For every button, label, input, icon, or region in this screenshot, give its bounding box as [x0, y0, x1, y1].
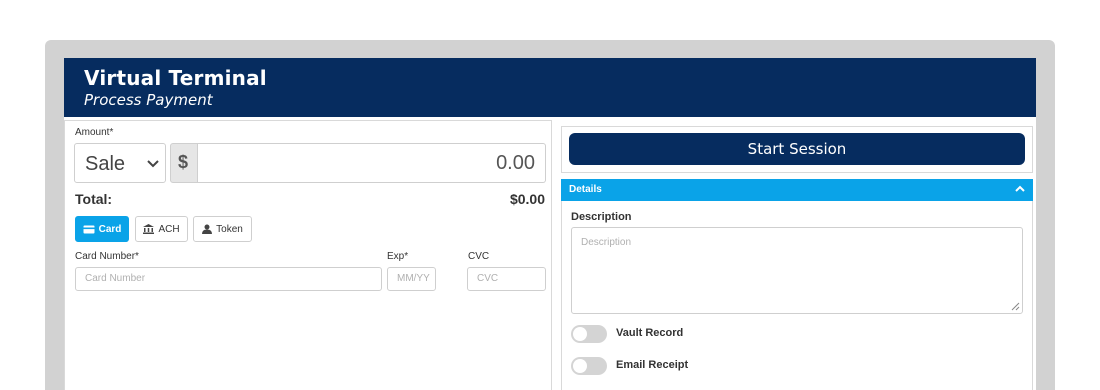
toggle-knob [573, 359, 587, 373]
details-title: Details [569, 184, 602, 195]
bank-icon [143, 224, 155, 234]
currency-symbol: $ [178, 152, 189, 172]
total-label: Total: [75, 191, 113, 207]
tab-card-label: Card [98, 223, 122, 235]
required-mark: * [135, 251, 139, 262]
card-number-label-text: Card Number [75, 251, 136, 262]
tab-token[interactable]: Token [193, 216, 252, 242]
credit-card-icon [83, 225, 95, 233]
resize-grip-icon[interactable] [1011, 302, 1020, 311]
description-placeholder: Description [581, 237, 632, 248]
chevron-up-icon[interactable] [1015, 185, 1025, 193]
required-mark: * [404, 251, 409, 262]
start-session-button[interactable]: Start Session [569, 133, 1025, 165]
page-title: Virtual Terminal [84, 66, 267, 90]
vault-record-label: Vault Record [616, 327, 684, 339]
tab-card[interactable]: Card [75, 216, 129, 242]
tab-ach[interactable]: ACH [135, 216, 188, 242]
terminal-screen: Virtual Terminal Process Payment Amount*… [64, 58, 1036, 390]
email-receipt-label: Email Receipt [616, 359, 689, 371]
cvc-label: CVC [468, 251, 490, 262]
amount-label-text: Amount [75, 127, 110, 138]
amount-label: Amount* [75, 127, 113, 138]
page-header: Virtual Terminal Process Payment [64, 58, 1036, 117]
transaction-type-select[interactable]: Sale [74, 143, 166, 183]
currency-addon: $ [170, 143, 198, 183]
description-textarea[interactable]: Description [571, 227, 1023, 314]
vault-record-toggle[interactable] [571, 325, 607, 343]
exp-label: Exp* [387, 251, 408, 262]
amount-input[interactable]: 0.00 [198, 143, 546, 183]
user-icon [202, 224, 213, 234]
chevron-down-icon [147, 160, 159, 168]
card-number-input[interactable]: Card Number [75, 267, 382, 291]
exp-label-text: Exp [387, 251, 405, 262]
card-number-label: Card Number* [75, 251, 139, 262]
details-header[interactable]: Details [561, 179, 1033, 201]
transaction-type-value: Sale [85, 153, 126, 175]
tab-token-label: Token [216, 223, 243, 235]
exp-input[interactable]: MM/YY [387, 267, 436, 291]
tab-ach-label: ACH [158, 223, 180, 235]
total-value: $0.00 [509, 191, 545, 207]
description-label: Description [571, 211, 632, 223]
toggle-knob [573, 327, 587, 341]
email-receipt-toggle[interactable] [571, 357, 607, 375]
required-mark: * [109, 127, 114, 138]
cvc-input[interactable]: CVC [467, 267, 546, 291]
page-subtitle: Process Payment [84, 91, 213, 109]
